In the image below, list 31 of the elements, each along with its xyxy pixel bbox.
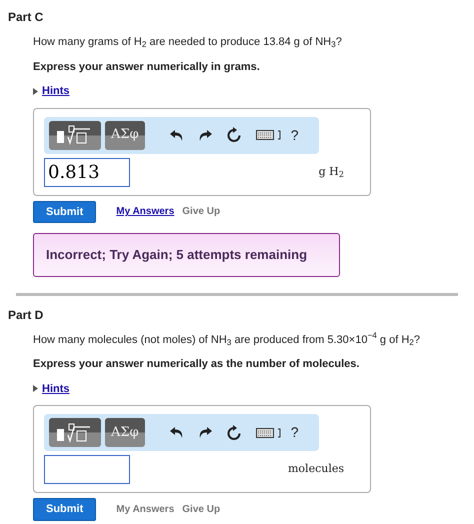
reset-icon[interactable]: [226, 127, 242, 143]
question-text: How many grams of H$_{2}$ are needed to produce 13.84 g of NH$_{3}$?: [33, 35, 343, 50]
feedback-message: Incorrect; Try Again; 5 attempts remaining: [33, 233, 340, 276]
answer-field[interactable]: 0.813: [44, 158, 130, 186]
hints-link[interactable]: Hints: [42, 380, 70, 397]
hints-link[interactable]: Hints: [42, 83, 70, 100]
templates-button[interactable]: [49, 418, 101, 447]
keyboard-icon[interactable]: [256, 426, 282, 438]
expand-icon: [33, 88, 38, 95]
keyboard-icon[interactable]: [256, 129, 282, 141]
submit-button[interactable]: Submit: [33, 498, 96, 520]
redo-icon[interactable]: [198, 426, 212, 439]
my-answers-link[interactable]: My Answers: [116, 204, 174, 220]
redo-icon[interactable]: [198, 128, 212, 142]
part-title: Part C: [8, 9, 44, 26]
part-title: Part D: [8, 306, 44, 324]
unit-label: molecules: [288, 461, 344, 478]
undo-icon[interactable]: [170, 426, 184, 439]
templates-button[interactable]: [49, 120, 101, 150]
unit-label: g H$_{2}$: [318, 164, 344, 180]
undo-icon[interactable]: [170, 128, 184, 142]
submit-button[interactable]: Submit: [33, 200, 96, 223]
symbols-button[interactable]: ΑΣφ: [105, 120, 145, 150]
help-button[interactable]: ?: [290, 422, 298, 443]
help-button[interactable]: ?: [290, 124, 298, 146]
instruction-text: Express your answer numerically in grams.: [33, 60, 261, 74]
instruction-text: Express your answer numerically as the number of molecules.: [33, 357, 360, 372]
question-text: How many molecules (not moles) of NH$_{3}$ are produced from 5.30×10$^{−4}$ g of H$_{2}$?: [33, 332, 421, 348]
expand-icon: [33, 385, 38, 392]
answer-field[interactable]: [44, 455, 130, 484]
reset-icon[interactable]: [226, 424, 242, 440]
